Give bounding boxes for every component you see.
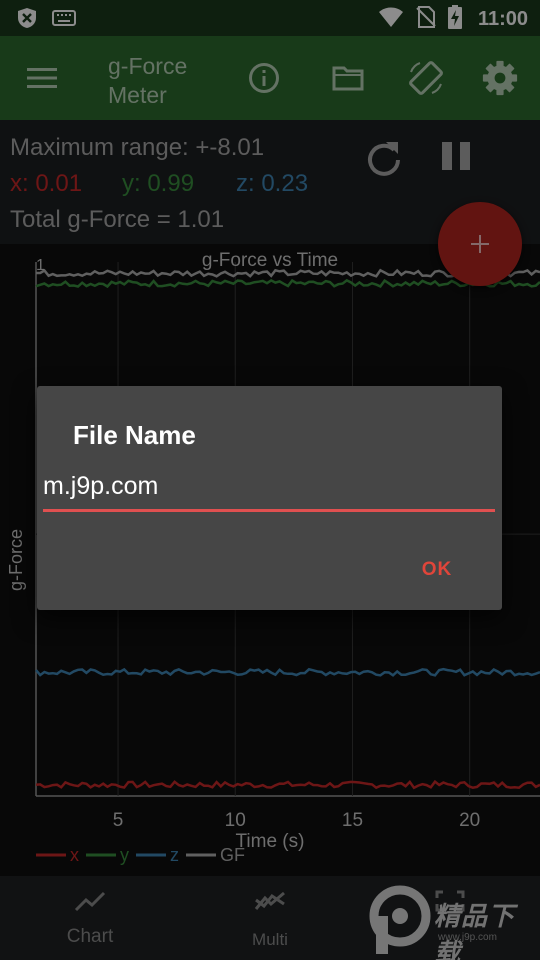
file-name-input[interactable]: [43, 470, 495, 512]
app-screen: 11:00 g-Force Meter Maximum range: +-8.0…: [0, 0, 540, 960]
dialog-title: File Name: [73, 420, 196, 450]
file-name-dialog: File Name OK: [37, 386, 502, 610]
ok-button[interactable]: OK: [411, 552, 463, 588]
